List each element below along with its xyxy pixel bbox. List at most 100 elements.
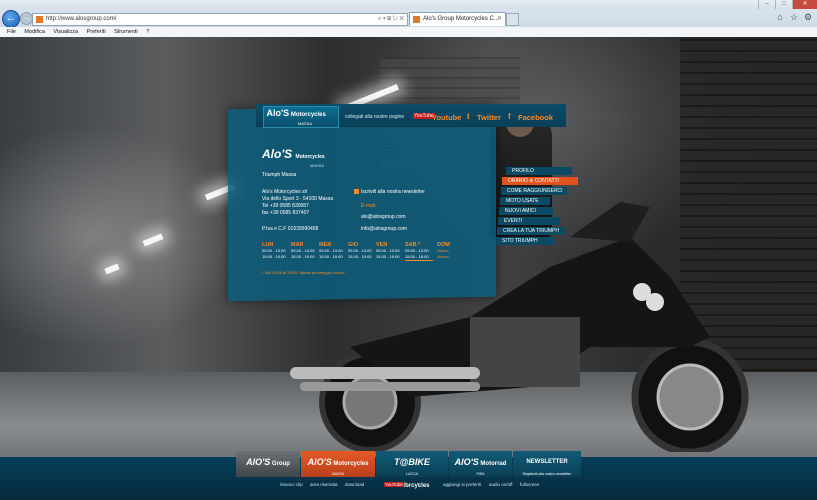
favorites-star-icon[interactable]: ☆ [789, 12, 799, 22]
footer-label-main: AlO'S [307, 457, 332, 467]
browser-tools: ⌂ ☆ ⚙ [775, 12, 813, 22]
tab-close-icon[interactable]: ✕ [497, 13, 502, 26]
menu-moto-usate[interactable]: MOTO USATE [500, 197, 550, 205]
footer-newsletter[interactable]: NEWSLETTER Registrati alla nostra newslet… [513, 451, 581, 477]
footer-label-side: Motorrad [480, 461, 507, 467]
ceiling-lamp [142, 233, 164, 247]
hours-afternoon: 15.00 - 19.00 [348, 254, 372, 259]
footer-label-main: AlO'S [454, 457, 479, 467]
footer-facebook-icon[interactable]: f [405, 482, 407, 487]
hours-afternoon: 15.00 - 18.00 [405, 254, 433, 261]
menu-crea-triumph[interactable]: CREA LA TUA TRIUMPH [497, 227, 565, 235]
menu-strumenti[interactable]: Strumenti [114, 29, 138, 35]
email-alo[interactable]: alo@alosgroup.com [361, 214, 406, 220]
company-name: Alo's Motorcycles srl [262, 189, 308, 195]
footer-link-area[interactable]: area riservata [310, 482, 338, 487]
hours-day: LUN 09.00 - 13.00 15.00 - 19.00 [262, 242, 290, 260]
hours-note: * Dal 20/06 al 20/09 Sabato pomeriggio c… [262, 270, 345, 275]
menu-orario-contatti[interactable]: ORARIO ⊕ CONTATTI [502, 177, 578, 185]
tab-title: Alo's Group Motorcycles C... [423, 16, 499, 22]
menu-preferiti[interactable]: Preferiti [87, 29, 106, 35]
brand-name: Triumph Massa [262, 172, 297, 178]
minimize-icon[interactable]: – [758, 0, 775, 9]
dealer-logo: Alo'S Motorcycles [262, 147, 325, 161]
menu-help[interactable]: ? [146, 29, 149, 35]
footer-label-sub: LUCCA [406, 472, 418, 476]
window-controls: – □ ✕ [758, 0, 817, 9]
connect-text: collegati alla nostre pagine [345, 114, 405, 120]
youtube-link[interactable]: Youtube [432, 113, 461, 122]
footer-link-download[interactable]: download [345, 482, 364, 487]
dealer-logo-main: Alo'S [262, 147, 293, 161]
menu-eventi[interactable]: EVENTI [498, 217, 560, 225]
hours-afternoon: chiuso [437, 254, 449, 259]
footer-label-side: Group [271, 461, 290, 467]
company-address: Via dello Sport 3 - 54100 Massa [262, 196, 334, 202]
hours-day: MAR 09.00 - 13.00 15.00 - 19.00 [291, 242, 319, 260]
hours-day: SAB * 09.00 - 13.00 15.00 - 18.00 [405, 242, 433, 261]
footer-youtube-icon[interactable]: YouTube [384, 482, 404, 487]
address-bar[interactable]: http://www.alosgroup.com/ ⌕ ▾ ⊠ ↻ ✕ [32, 13, 408, 26]
twitter-icon[interactable]: t [467, 112, 470, 121]
menu-come-raggiungerci[interactable]: COME RAGGIUNGERCI [501, 187, 567, 195]
dealer-logo-side: Motorcycles [295, 154, 325, 160]
footer-label-sub: MASSA [331, 472, 345, 476]
email-info[interactable]: info@alosgroup.com [361, 226, 407, 232]
footer-label-side: Motorcycles [333, 461, 369, 467]
browser-chrome: – □ ✕ ← → http://www.alosgroup.com/ ⌕ ▾ … [0, 0, 817, 38]
footer-label-main: AlO'S [246, 457, 271, 467]
hours-afternoon: 15.00 - 19.00 [319, 254, 343, 259]
close-icon[interactable]: ✕ [792, 0, 817, 9]
footer-twitter-icon[interactable]: t [418, 482, 420, 487]
footer-label-sub: PISA [476, 472, 485, 476]
footer-alos-motorrad[interactable]: AlO'S Motorrad PISA [449, 451, 512, 477]
back-button[interactable]: ← [2, 10, 20, 28]
home-icon[interactable]: ⌂ [775, 12, 785, 22]
menu-nuovi-amici[interactable]: NUOVI AMICI [499, 207, 553, 215]
hours-day: GIO 09.00 - 13.00 15.00 - 19.00 [348, 242, 376, 260]
address-url: http://www.alosgroup.com/ [46, 16, 117, 22]
new-tab-button[interactable] [506, 13, 519, 26]
browser-tab[interactable]: Alo's Group Motorcycles C... ✕ [409, 12, 506, 26]
company-piva: P.Iva e C.F 01639590458 [262, 226, 319, 232]
settings-gear-icon[interactable]: ⚙ [803, 12, 813, 22]
menu-sito-triumph[interactable]: SITO TRIUMPH [496, 237, 554, 245]
hours-afternoon: 15.00 - 19.00 [262, 254, 286, 259]
footer-link-rinuovo[interactable]: rinuovo clip [280, 482, 303, 487]
dealer-logo-city: MASSA [310, 163, 325, 168]
menu-profilo[interactable]: PROFILO [506, 167, 572, 175]
tab-favicon-icon [413, 16, 420, 23]
facebook-icon[interactable]: f [508, 112, 511, 121]
newsletter-link[interactable]: Iscriviti alla nostra newsletter [361, 189, 425, 195]
maximize-icon[interactable]: □ [775, 0, 792, 9]
company-tel: Tel +39 0585 830087 [262, 203, 309, 209]
footer-link-fullscreen[interactable]: fullscreen [520, 482, 539, 487]
footer-label-sub: Registrati alla nostra newsletter [522, 472, 572, 476]
hours-day: MER 09.00 - 13.00 15.00 - 19.00 [319, 242, 347, 260]
menu-bar: File Modifica Visualizza Preferiti Strum… [0, 27, 817, 37]
email-label: E-mail: [361, 203, 377, 209]
company-fax: fax +39 0585 837407 [262, 210, 310, 216]
twitter-link[interactable]: Twitter [477, 113, 501, 122]
footer-alos-group[interactable]: AlO'S Group [236, 451, 300, 477]
title-strip: – □ ✕ [0, 0, 817, 9]
favicon-icon [36, 16, 43, 23]
alos-motorcycles-logo[interactable]: Alo'S Motorcycles MASSA [263, 106, 339, 128]
menu-modifica[interactable]: Modifica [24, 29, 44, 35]
hours-afternoon: 15.00 - 19.00 [291, 254, 315, 259]
footer-label-main: T@BIKE [394, 457, 430, 467]
hours-day: VEN 09.00 - 13.00 15.00 - 19.00 [376, 242, 404, 260]
hours-afternoon: 15.00 - 19.00 [376, 254, 400, 259]
footer-link-audio[interactable]: audio on/off [489, 482, 512, 487]
newsletter-checkbox[interactable] [354, 189, 359, 194]
menu-file[interactable]: File [7, 29, 16, 35]
ceiling-lamp [104, 263, 120, 275]
address-controls-icon[interactable]: ⌕ ▾ ⊠ ↻ ✕ [378, 14, 404, 25]
footer-alos-motorcycles[interactable]: AlO'S Motorcycles MASSA [301, 451, 375, 477]
footer-tbike[interactable]: T@BIKE Motorcycles LUCCA [376, 451, 448, 489]
menu-visualizza[interactable]: Visualizza [53, 29, 78, 35]
footer-label-main: NEWSLETTER [526, 459, 568, 465]
facebook-link[interactable]: Facebook [518, 113, 553, 122]
footer-link-preferiti[interactable]: aggiungi ai preferiti [443, 482, 481, 487]
hours-day: DOM chiuso chiuso [437, 242, 465, 260]
